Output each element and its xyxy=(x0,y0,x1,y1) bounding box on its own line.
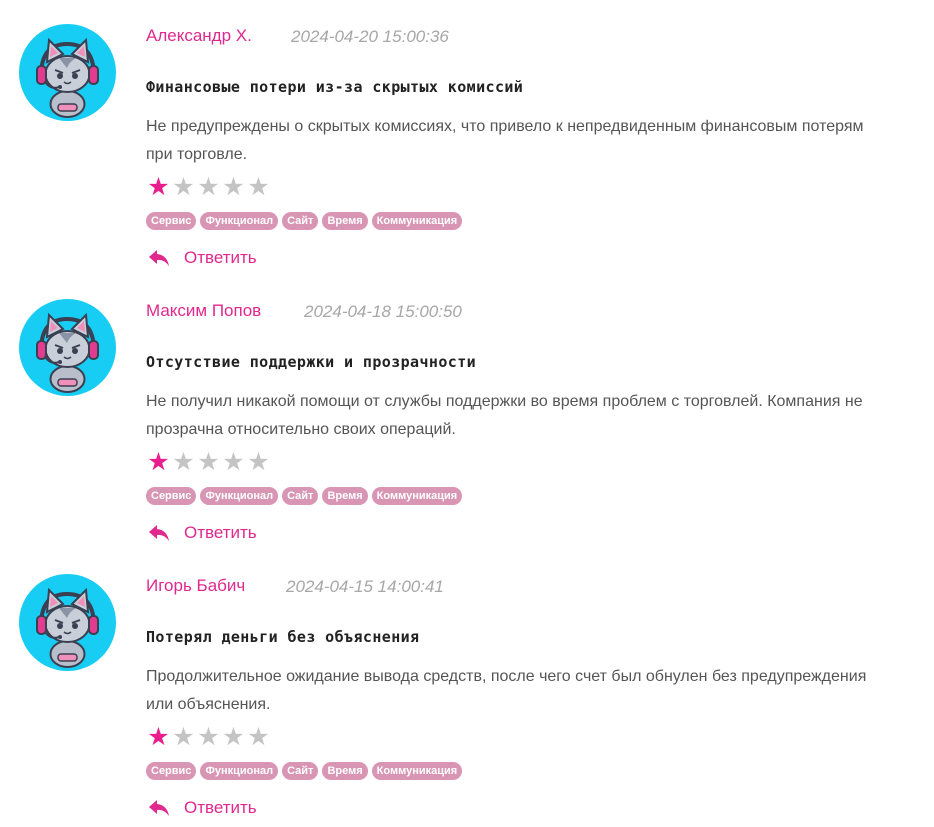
reply-arrow-icon xyxy=(149,800,169,816)
review-title: Финансовые потери из-за скрытых комиссий xyxy=(146,78,524,96)
reply-button[interactable]: Ответить xyxy=(148,248,257,268)
review-date: 2024-04-20 15:00:36 xyxy=(291,27,449,46)
review-tag: Сайт xyxy=(282,762,319,780)
star-empty-icon: ★ xyxy=(172,723,195,751)
review-text: Продолжительное ожидание вывода средств,… xyxy=(146,668,867,713)
rating-stars: ★ ★ ★ ★ ★ xyxy=(146,449,271,475)
review-author: Максим Попов xyxy=(146,301,262,320)
review-date: 2024-04-15 14:00:41 xyxy=(286,577,444,596)
star-empty-icon: ★ xyxy=(197,448,220,476)
star-empty-icon: ★ xyxy=(197,723,220,751)
review-tag: Сервис xyxy=(146,762,197,780)
star-filled-icon: ★ xyxy=(147,448,170,476)
reply-button[interactable]: Ответить xyxy=(148,798,257,818)
review-tag: Коммуникация xyxy=(371,212,463,230)
review-tag: Функционал xyxy=(200,487,279,505)
review-tag: Функционал xyxy=(200,762,279,780)
review-tags: Сервис Функционал Сайт Время Коммуникация xyxy=(146,212,463,230)
cat-gamer-avatar-icon xyxy=(19,574,116,671)
reply-arrow-icon xyxy=(149,250,169,266)
review-author: Игорь Бабич xyxy=(146,576,246,595)
star-empty-icon: ★ xyxy=(197,173,220,201)
reply-arrow-icon xyxy=(149,525,169,541)
star-empty-icon: ★ xyxy=(222,723,245,751)
reply-label: Ответить xyxy=(184,523,257,542)
review-title: Потерял деньги без объяснения xyxy=(146,628,420,646)
star-empty-icon: ★ xyxy=(222,448,245,476)
star-filled-icon: ★ xyxy=(147,723,170,751)
review-title: Отсутствие поддержки и прозрачности xyxy=(146,353,477,371)
review-tags: Сервис Функционал Сайт Время Коммуникация xyxy=(146,487,463,505)
review-tag: Сайт xyxy=(282,212,319,230)
review-item: Александр Х. 2024-04-20 15:00:36 Финансо… xyxy=(0,0,934,275)
review-item: Максим Попов 2024-04-18 15:00:50 Отсутст… xyxy=(0,275,934,550)
star-empty-icon: ★ xyxy=(222,173,245,201)
star-empty-icon: ★ xyxy=(247,723,270,751)
rating-stars: ★ ★ ★ ★ ★ xyxy=(146,724,271,750)
star-empty-icon: ★ xyxy=(247,173,270,201)
review-tag: Сайт xyxy=(282,487,319,505)
review-tag: Время xyxy=(322,762,368,780)
review-text: Не получил никакой помощи от службы подд… xyxy=(146,393,863,438)
cat-gamer-avatar-icon xyxy=(19,24,116,121)
review-tag: Время xyxy=(322,487,368,505)
star-empty-icon: ★ xyxy=(247,448,270,476)
reply-button[interactable]: Ответить xyxy=(148,523,257,543)
review-tag: Сервис xyxy=(146,487,197,505)
review-tag: Функционал xyxy=(200,212,279,230)
rating-stars: ★ ★ ★ ★ ★ xyxy=(146,174,271,200)
review-date: 2024-04-18 15:00:50 xyxy=(304,302,462,321)
star-empty-icon: ★ xyxy=(172,173,195,201)
review-tags: Сервис Функционал Сайт Время Коммуникация xyxy=(146,762,463,780)
reply-label: Ответить xyxy=(184,798,257,817)
review-author: Александр Х. xyxy=(146,26,252,45)
review-tag: Коммуникация xyxy=(371,762,463,780)
star-filled-icon: ★ xyxy=(147,173,170,201)
review-item: Игорь Бабич 2024-04-15 14:00:41 Потерял … xyxy=(0,550,934,825)
reply-label: Ответить xyxy=(184,248,257,267)
review-text: Не предупреждены о скрытых комиссиях, чт… xyxy=(146,118,864,163)
review-tag: Время xyxy=(322,212,368,230)
review-tag: Сервис xyxy=(146,212,197,230)
cat-gamer-avatar-icon xyxy=(19,299,116,396)
review-tag: Коммуникация xyxy=(371,487,463,505)
star-empty-icon: ★ xyxy=(172,448,195,476)
